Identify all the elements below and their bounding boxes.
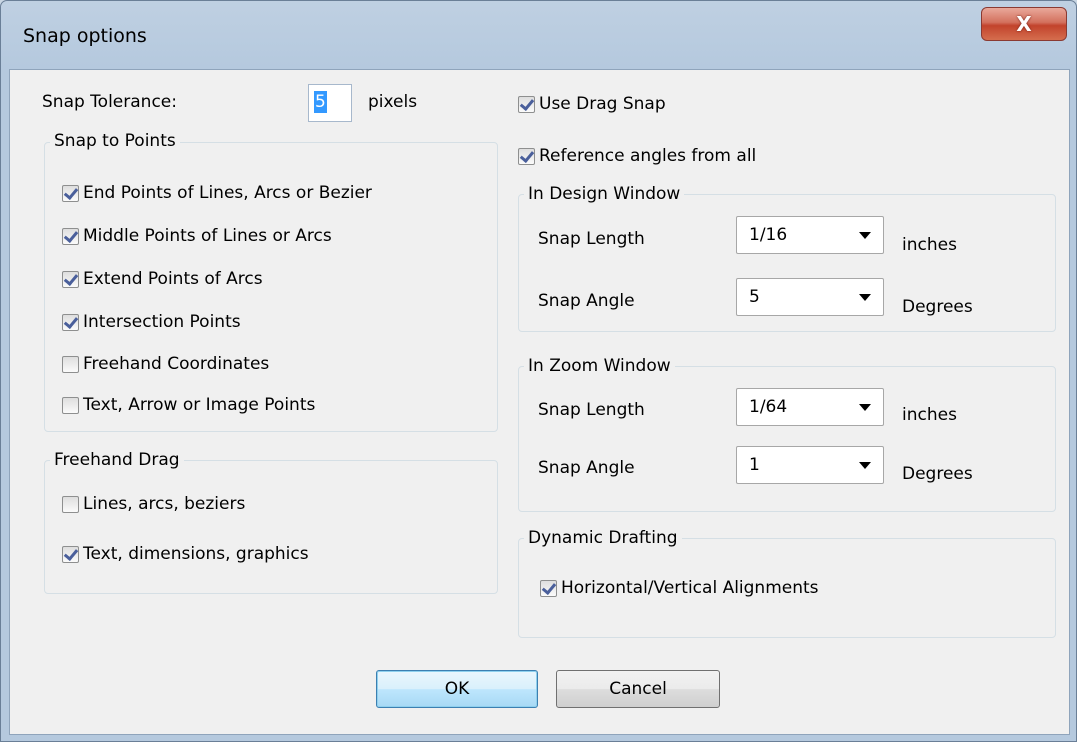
checkbox-unchecked-icon: [62, 495, 79, 513]
freehand-drag-group: [44, 460, 498, 594]
design-snap-angle-value: 5: [749, 287, 760, 307]
end-points-label: End Points of Lines, Arcs or Bezier: [83, 183, 372, 203]
middle-points-label: Middle Points of Lines or Arcs: [83, 226, 332, 246]
checkbox-checked-icon: [518, 95, 535, 113]
close-icon: X: [1016, 12, 1032, 36]
snap-tolerance-input[interactable]: 5: [308, 84, 352, 122]
close-button[interactable]: X: [981, 7, 1067, 41]
dynamic-drafting-title: Dynamic Drafting: [524, 528, 682, 548]
design-window-title: In Design Window: [524, 184, 685, 204]
reference-angles-label: Reference angles from all: [539, 146, 757, 166]
zoom-snap-angle-unit: Degrees: [902, 464, 973, 484]
dropdown-arrow-icon: [859, 404, 871, 411]
freehand-coordinates-checkbox[interactable]: Freehand Coordinates: [62, 354, 269, 374]
checkbox-checked-icon: [62, 227, 79, 245]
zoom-snap-length-select[interactable]: 1/64: [736, 388, 884, 426]
snap-tolerance-unit: pixels: [368, 92, 418, 112]
snap-options-dialog: Snap options X Snap Tolerance: 5 pixels …: [0, 0, 1077, 742]
design-snap-length-label: Snap Length: [538, 229, 645, 249]
checkbox-checked-icon: [518, 147, 535, 165]
design-snap-angle-label: Snap Angle: [538, 291, 635, 311]
use-drag-snap-label: Use Drag Snap: [539, 94, 666, 114]
zoom-snap-angle-value: 1: [749, 455, 760, 475]
intersection-points-checkbox[interactable]: Intersection Points: [62, 312, 241, 332]
checkbox-checked-icon: [62, 184, 79, 202]
intersection-points-label: Intersection Points: [83, 312, 241, 332]
zoom-snap-angle-select[interactable]: 1: [736, 446, 884, 484]
text-dimensions-graphics-label: Text, dimensions, graphics: [83, 544, 309, 564]
text-arrow-image-points-label: Text, Arrow or Image Points: [83, 395, 316, 415]
reference-angles-checkbox[interactable]: Reference angles from all: [518, 146, 756, 166]
use-drag-snap-checkbox[interactable]: Use Drag Snap: [518, 94, 666, 114]
design-snap-angle-select[interactable]: 5: [736, 278, 884, 316]
dropdown-arrow-icon: [859, 232, 871, 239]
design-snap-length-unit: inches: [902, 235, 957, 255]
freehand-drag-title: Freehand Drag: [50, 450, 184, 470]
text-arrow-image-points-checkbox[interactable]: Text, Arrow or Image Points: [62, 395, 315, 415]
middle-points-checkbox[interactable]: Middle Points of Lines or Arcs: [62, 226, 332, 246]
snap-to-points-title: Snap to Points: [50, 131, 180, 151]
extend-points-label: Extend Points of Arcs: [83, 269, 263, 289]
cancel-button[interactable]: Cancel: [556, 670, 720, 708]
dialog-client-area: Snap Tolerance: 5 pixels Snap to Points …: [9, 69, 1070, 735]
zoom-snap-angle-label: Snap Angle: [538, 458, 635, 478]
zoom-snap-length-label: Snap Length: [538, 400, 645, 420]
zoom-snap-length-value: 1/64: [749, 397, 788, 417]
lines-arcs-beziers-label: Lines, arcs, beziers: [83, 494, 246, 514]
checkbox-unchecked-icon: [62, 396, 79, 414]
zoom-snap-length-unit: inches: [902, 405, 957, 425]
checkbox-checked-icon: [62, 270, 79, 288]
text-dimensions-graphics-checkbox[interactable]: Text, dimensions, graphics: [62, 544, 309, 564]
ok-button-label: OK: [444, 679, 470, 699]
design-snap-angle-unit: Degrees: [902, 297, 973, 317]
cancel-button-label: Cancel: [609, 679, 667, 699]
extend-points-checkbox[interactable]: Extend Points of Arcs: [62, 269, 263, 289]
design-snap-length-select[interactable]: 1/16: [736, 216, 884, 254]
snap-tolerance-label: Snap Tolerance:: [42, 92, 177, 112]
zoom-window-title: In Zoom Window: [524, 356, 675, 376]
freehand-coordinates-label: Freehand Coordinates: [83, 354, 270, 374]
ok-button[interactable]: OK: [376, 670, 538, 708]
end-points-checkbox[interactable]: End Points of Lines, Arcs or Bezier: [62, 183, 372, 203]
checkbox-checked-icon: [62, 313, 79, 331]
snap-tolerance-value: 5: [314, 91, 327, 113]
horizontal-vertical-alignments-checkbox[interactable]: Horizontal/Vertical Alignments: [540, 578, 819, 598]
lines-arcs-beziers-checkbox[interactable]: Lines, arcs, beziers: [62, 494, 245, 514]
dialog-title: Snap options: [23, 25, 147, 47]
checkbox-checked-icon: [62, 545, 79, 563]
checkbox-checked-icon: [540, 579, 557, 597]
design-snap-length-value: 1/16: [749, 225, 788, 245]
dropdown-arrow-icon: [859, 462, 871, 469]
dropdown-arrow-icon: [859, 294, 871, 301]
horizontal-vertical-alignments-label: Horizontal/Vertical Alignments: [561, 578, 819, 598]
checkbox-unchecked-icon: [62, 355, 79, 373]
